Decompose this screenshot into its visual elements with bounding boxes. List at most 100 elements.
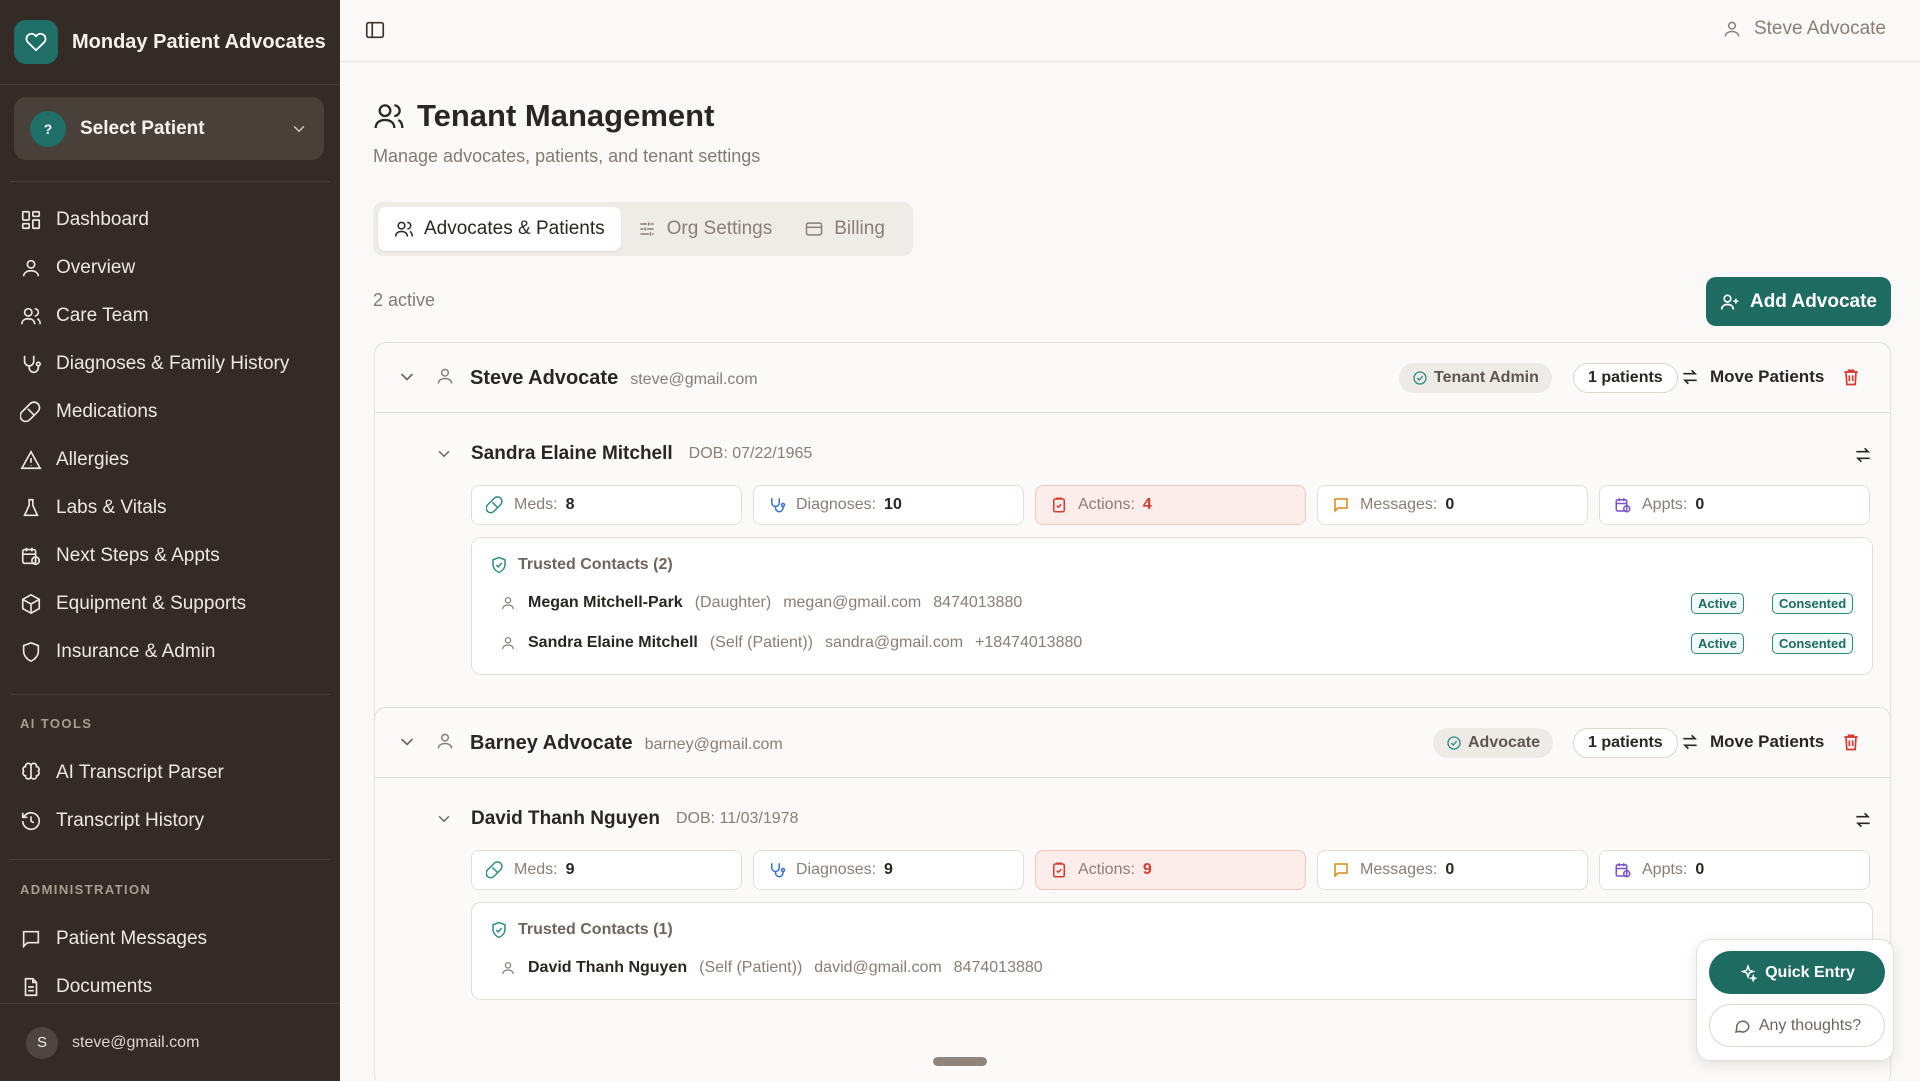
contact-name: Sandra Elaine Mitchell bbox=[528, 634, 698, 651]
contact-row[interactable]: Megan Mitchell-Park (Daughter) megan@gma… bbox=[500, 594, 1022, 612]
sidebar-item-equipment[interactable]: Equipment & Supports bbox=[0, 582, 340, 626]
stat-label: Messages: bbox=[1360, 861, 1438, 878]
sidebar-divider bbox=[10, 181, 330, 182]
sidebar-item-labs[interactable]: Labs & Vitals bbox=[0, 486, 340, 530]
scroll-handle[interactable] bbox=[933, 1057, 987, 1066]
stat-appts[interactable]: Appts: 0 bbox=[1599, 485, 1870, 525]
sidebar-item-patient-messages[interactable]: Patient Messages bbox=[0, 917, 340, 961]
move-patients-label: Move Patients bbox=[1710, 732, 1825, 751]
stat-label: Actions: bbox=[1078, 496, 1135, 513]
sidebar-item-label: Insurance & Admin bbox=[56, 641, 216, 662]
patient-row[interactable]: Sandra Elaine Mitchell DOB: 07/22/1965 bbox=[435, 443, 812, 465]
stat-value: 0 bbox=[1445, 496, 1455, 513]
sidebar-item-transcript-history[interactable]: Transcript History bbox=[0, 799, 340, 843]
swap-icon[interactable] bbox=[1853, 810, 1873, 830]
stat-messages[interactable]: Messages: 0 bbox=[1317, 850, 1588, 890]
sidebar-item-label: Patient Messages bbox=[56, 928, 208, 949]
sidebar-item-label: Allergies bbox=[56, 449, 129, 470]
user-email: steve@gmail.com bbox=[72, 1033, 200, 1051]
shield-check-icon bbox=[492, 556, 506, 574]
trusted-contacts-box: Trusted Contacts (2) Megan Mitchell-Park… bbox=[471, 537, 1873, 675]
stat-value: 0 bbox=[1695, 861, 1705, 878]
calendar-clock-icon bbox=[1615, 863, 1631, 878]
sidebar-item-medications[interactable]: Medications bbox=[0, 390, 340, 434]
brand-title: Monday Patient Advocates bbox=[72, 30, 326, 53]
stat-label: Appts: bbox=[1642, 496, 1688, 513]
message-icon bbox=[1334, 863, 1348, 878]
stat-diagnoses[interactable]: Diagnoses: 10 bbox=[753, 485, 1024, 525]
advocate-identity: Barney Advocate barney@gmail.com bbox=[470, 732, 783, 755]
user-icon bbox=[502, 962, 514, 975]
sidebar-item-care-team[interactable]: Care Team bbox=[0, 294, 340, 338]
stat-value: 9 bbox=[884, 861, 893, 878]
sidebar-item-diagnoses[interactable]: Diagnoses & Family History bbox=[0, 342, 340, 386]
stat-appts[interactable]: Appts: 0 bbox=[1599, 850, 1870, 890]
move-patients-button[interactable]: Move Patients bbox=[1680, 732, 1824, 752]
quick-entry-button[interactable]: Quick Entry bbox=[1709, 951, 1885, 994]
contact-row[interactable]: Sandra Elaine Mitchell (Self (Patient)) … bbox=[500, 634, 1082, 652]
chevron-down-icon[interactable] bbox=[397, 732, 417, 752]
patient-row[interactable]: David Thanh Nguyen DOB: 11/03/1978 bbox=[435, 808, 798, 830]
feedback-label: Any thoughts? bbox=[1758, 1016, 1862, 1034]
role-badge: Tenant Admin bbox=[1399, 363, 1552, 393]
contact-relation: (Self (Patient)) bbox=[699, 959, 803, 976]
move-patients-label: Move Patients bbox=[1710, 367, 1825, 386]
patient-select-label: Select Patient bbox=[80, 117, 205, 139]
tab-billing[interactable]: Billing bbox=[788, 207, 901, 251]
patients-count-badge: 1 patients bbox=[1573, 728, 1678, 758]
sidebar-toggle-icon[interactable] bbox=[364, 19, 388, 43]
chat-bubble-icon bbox=[1734, 1019, 1750, 1033]
add-advocate-button[interactable]: Add Advocate bbox=[1706, 277, 1891, 326]
advocate-header[interactable]: Barney Advocate barney@gmail.com Advocat… bbox=[375, 708, 1890, 778]
add-advocate-label: Add Advocate bbox=[1749, 290, 1878, 312]
trash-icon[interactable] bbox=[1841, 366, 1861, 388]
feedback-button[interactable]: Any thoughts? bbox=[1709, 1004, 1885, 1047]
heart-logo-icon bbox=[14, 20, 58, 64]
contact-email: david@gmail.com bbox=[814, 959, 942, 976]
stat-value: 4 bbox=[1142, 496, 1152, 513]
tab-org-settings[interactable]: Org Settings bbox=[621, 207, 789, 251]
shield-check-icon bbox=[492, 921, 506, 939]
chevron-down-icon[interactable] bbox=[397, 367, 417, 387]
patient-select[interactable]: ? Select Patient bbox=[14, 97, 324, 160]
contact-email: sandra@gmail.com bbox=[824, 634, 964, 651]
advocate-email: barney@gmail.com bbox=[644, 736, 783, 753]
stat-actions[interactable]: Actions: 9 bbox=[1035, 850, 1306, 890]
stat-actions[interactable]: Actions: 4 bbox=[1035, 485, 1306, 525]
advocate-name: Barney Advocate bbox=[470, 732, 633, 754]
brand[interactable]: Monday Patient Advocates bbox=[0, 0, 340, 85]
topbar: Steve Advocate bbox=[340, 0, 1920, 62]
sidebar-item-allergies[interactable]: Allergies bbox=[0, 438, 340, 482]
credit-card-icon bbox=[805, 222, 823, 236]
advocate-header[interactable]: Steve Advocate steve@gmail.com Tenant Ad… bbox=[375, 343, 1890, 413]
sidebar-item-ai-transcript-parser[interactable]: AI Transcript Parser bbox=[0, 751, 340, 795]
move-patients-button[interactable]: Move Patients bbox=[1680, 367, 1824, 387]
sidebar-item-insurance[interactable]: Insurance & Admin bbox=[0, 630, 340, 674]
advocate-card: Barney Advocate barney@gmail.com Advocat… bbox=[374, 707, 1891, 1081]
swap-icon[interactable] bbox=[1853, 445, 1873, 465]
section-ai-tools: AI TOOLS bbox=[20, 716, 93, 731]
stat-meds[interactable]: Meds: 9 bbox=[471, 850, 742, 890]
dashboard-icon bbox=[20, 209, 42, 231]
contact-row[interactable]: David Thanh Nguyen (Self (Patient)) davi… bbox=[500, 959, 1043, 977]
stat-meds[interactable]: Meds: 8 bbox=[471, 485, 742, 525]
warning-icon bbox=[20, 449, 42, 471]
trusted-contacts-title: Trusted Contacts (1) bbox=[490, 921, 673, 939]
clipboard-check-icon bbox=[1053, 497, 1065, 513]
sparkle-icon bbox=[1740, 963, 1758, 982]
sidebar-item-overview[interactable]: Overview bbox=[0, 246, 340, 290]
sidebar-item-dashboard[interactable]: Dashboard bbox=[0, 198, 340, 242]
tab-advocates-patients[interactable]: Advocates & Patients bbox=[378, 207, 621, 251]
user-icon bbox=[1724, 21, 1740, 37]
stat-messages[interactable]: Messages: 0 bbox=[1317, 485, 1588, 525]
stat-diagnoses[interactable]: Diagnoses: 9 bbox=[753, 850, 1024, 890]
trash-icon[interactable] bbox=[1841, 731, 1861, 753]
top-user-menu[interactable]: Steve Advocate bbox=[1722, 18, 1886, 40]
sidebar-divider bbox=[10, 694, 330, 695]
pill-icon bbox=[486, 861, 503, 879]
sidebar-item-next-steps[interactable]: Next Steps & Appts bbox=[0, 534, 340, 578]
flask-icon bbox=[20, 497, 42, 519]
contact-phone: 8474013880 bbox=[953, 959, 1043, 976]
sidebar-user[interactable]: S steve@gmail.com bbox=[0, 1003, 340, 1081]
page-title: Tenant Management bbox=[417, 98, 715, 133]
